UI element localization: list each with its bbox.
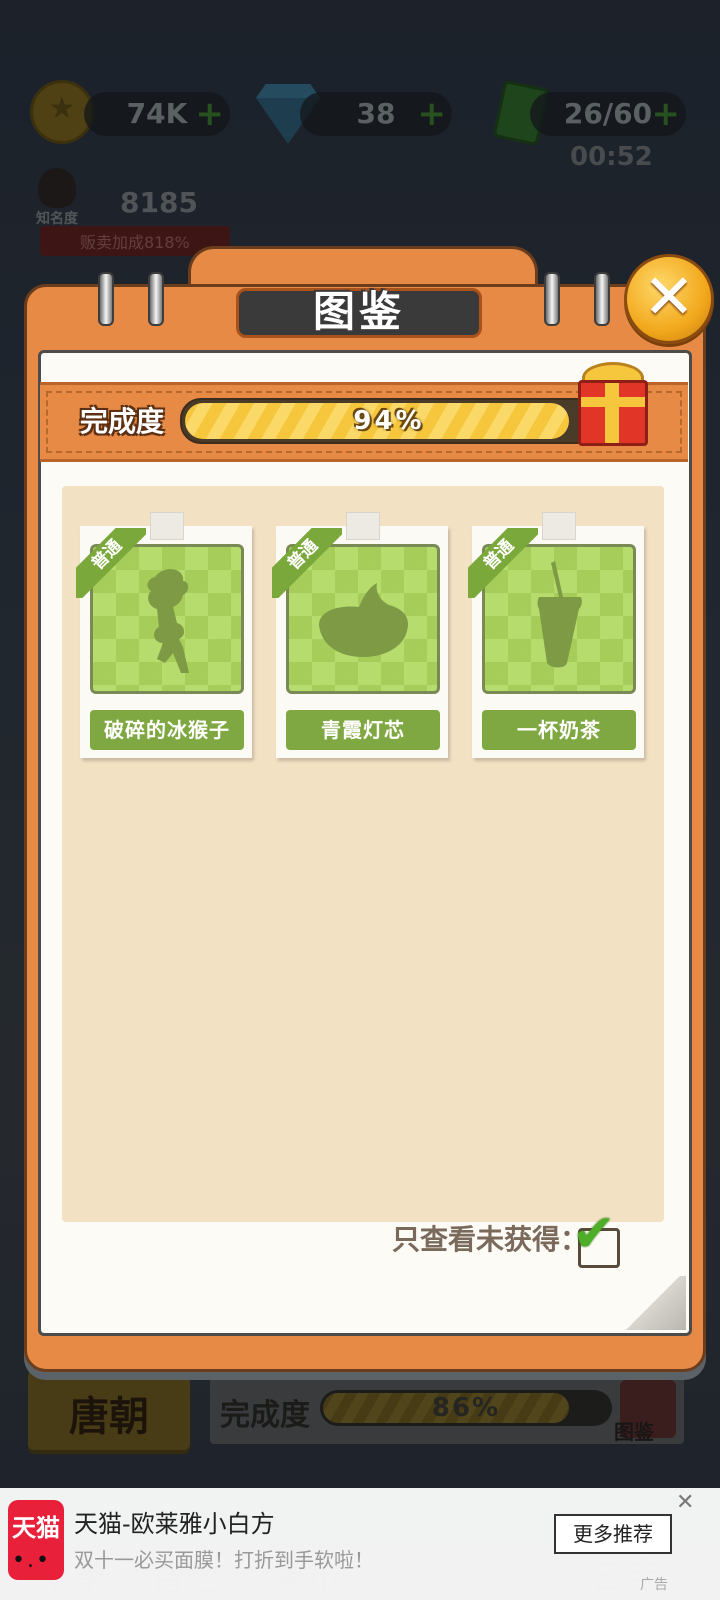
binder-ring bbox=[148, 272, 164, 326]
rarity-ribbon: 普通 bbox=[76, 528, 146, 598]
check-icon[interactable]: ✔ bbox=[572, 1204, 616, 1264]
ad-title: 天猫-欧莱雅小白方 bbox=[74, 1510, 275, 1538]
tape bbox=[346, 512, 380, 540]
ad-banner[interactable]: 天猫 •.• 天猫-欧莱雅小白方 双十一必买面膜！打折到手软啦！ 更多推荐 ✕ … bbox=[0, 1488, 720, 1600]
binder-ring bbox=[98, 272, 114, 326]
filter-unobtained-label: 只查看未获得： bbox=[392, 1223, 589, 1256]
ad-close-icon[interactable]: ✕ bbox=[676, 1490, 694, 1515]
binder-ring bbox=[594, 272, 610, 326]
tmall-eyes-icon: •.• bbox=[12, 1548, 51, 1573]
rarity-label: 普通 bbox=[272, 528, 342, 598]
completion-label: 完成度 bbox=[80, 405, 165, 438]
ad-tag: 广告 bbox=[640, 1577, 668, 1593]
ad-logo-text: 天猫 bbox=[12, 1514, 60, 1542]
rarity-ribbon: 普通 bbox=[272, 528, 342, 598]
gift-icon[interactable] bbox=[578, 380, 648, 446]
tape bbox=[150, 512, 184, 540]
completion-percent: 94% bbox=[353, 406, 425, 436]
rarity-label: 普通 bbox=[468, 528, 538, 598]
collection-card[interactable]: 普通 青霞灯芯 bbox=[272, 512, 448, 758]
close-button[interactable]: ✕ bbox=[624, 254, 714, 344]
item-name: 一杯奶茶 bbox=[482, 710, 636, 750]
rarity-label: 普通 bbox=[76, 528, 146, 598]
rarity-ribbon: 普通 bbox=[468, 528, 538, 598]
page-curl bbox=[620, 1276, 686, 1330]
ad-description: 双十一必买面膜！打折到手软啦！ bbox=[74, 1548, 374, 1572]
ad-more-button[interactable]: 更多推荐 bbox=[554, 1514, 672, 1554]
item-name: 破碎的冰猴子 bbox=[90, 710, 244, 750]
tape bbox=[542, 512, 576, 540]
tmall-logo: 天猫 •.• bbox=[8, 1500, 64, 1580]
item-name: 青霞灯芯 bbox=[286, 710, 440, 750]
close-icon: ✕ bbox=[643, 260, 695, 333]
binder-ring bbox=[544, 272, 560, 326]
completion-progress-bar: 94% bbox=[180, 398, 598, 444]
modal-title: 图鉴 bbox=[312, 287, 405, 336]
collection-card[interactable]: 普通 破碎的冰猴子 bbox=[76, 512, 252, 758]
collection-card[interactable]: 普通 一杯奶茶 bbox=[468, 512, 644, 758]
